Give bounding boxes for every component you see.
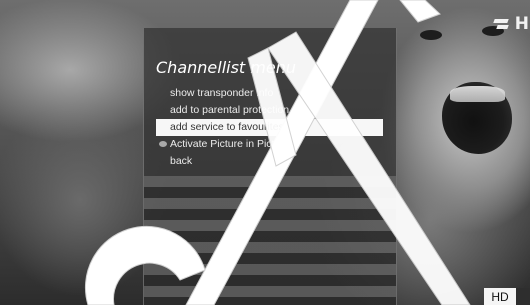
channellist-menu-panel: Channellist menu show transponder info a…	[143, 28, 397, 305]
video-teeth	[450, 86, 505, 102]
menu-item-label: add to parental protection	[170, 104, 290, 116]
menu-item-show-transponder-info[interactable]: show transponder info	[156, 85, 383, 102]
bullet-icon	[159, 141, 167, 147]
channel-logo: H	[494, 14, 530, 34]
menu-item-label: show transponder info	[170, 87, 274, 99]
menu-item-label: add service to favourites	[170, 121, 284, 133]
menu-item-label: back	[170, 155, 193, 167]
panel-stripes	[144, 176, 396, 305]
menu-title: Channellist menu	[156, 58, 296, 77]
menu-item-back[interactable]: back	[156, 153, 383, 170]
hd-badge: HD	[484, 288, 516, 305]
menu-item-add-service-to-favourites[interactable]: add service to favourites	[156, 119, 383, 136]
video-eye-left	[420, 30, 442, 40]
menu-item-add-to-parental-protection[interactable]: add to parental protection	[156, 102, 383, 119]
menu-item-activate-picture-in-picture[interactable]: Activate Picture in Picture	[156, 136, 383, 153]
menu-list: show transponder info add to parental pr…	[156, 85, 383, 170]
menu-item-label: Activate Picture in Picture	[170, 138, 290, 150]
hd-badge-edge	[516, 288, 530, 305]
channel-logo-icon	[494, 16, 512, 32]
channel-logo-text: H	[514, 14, 530, 34]
